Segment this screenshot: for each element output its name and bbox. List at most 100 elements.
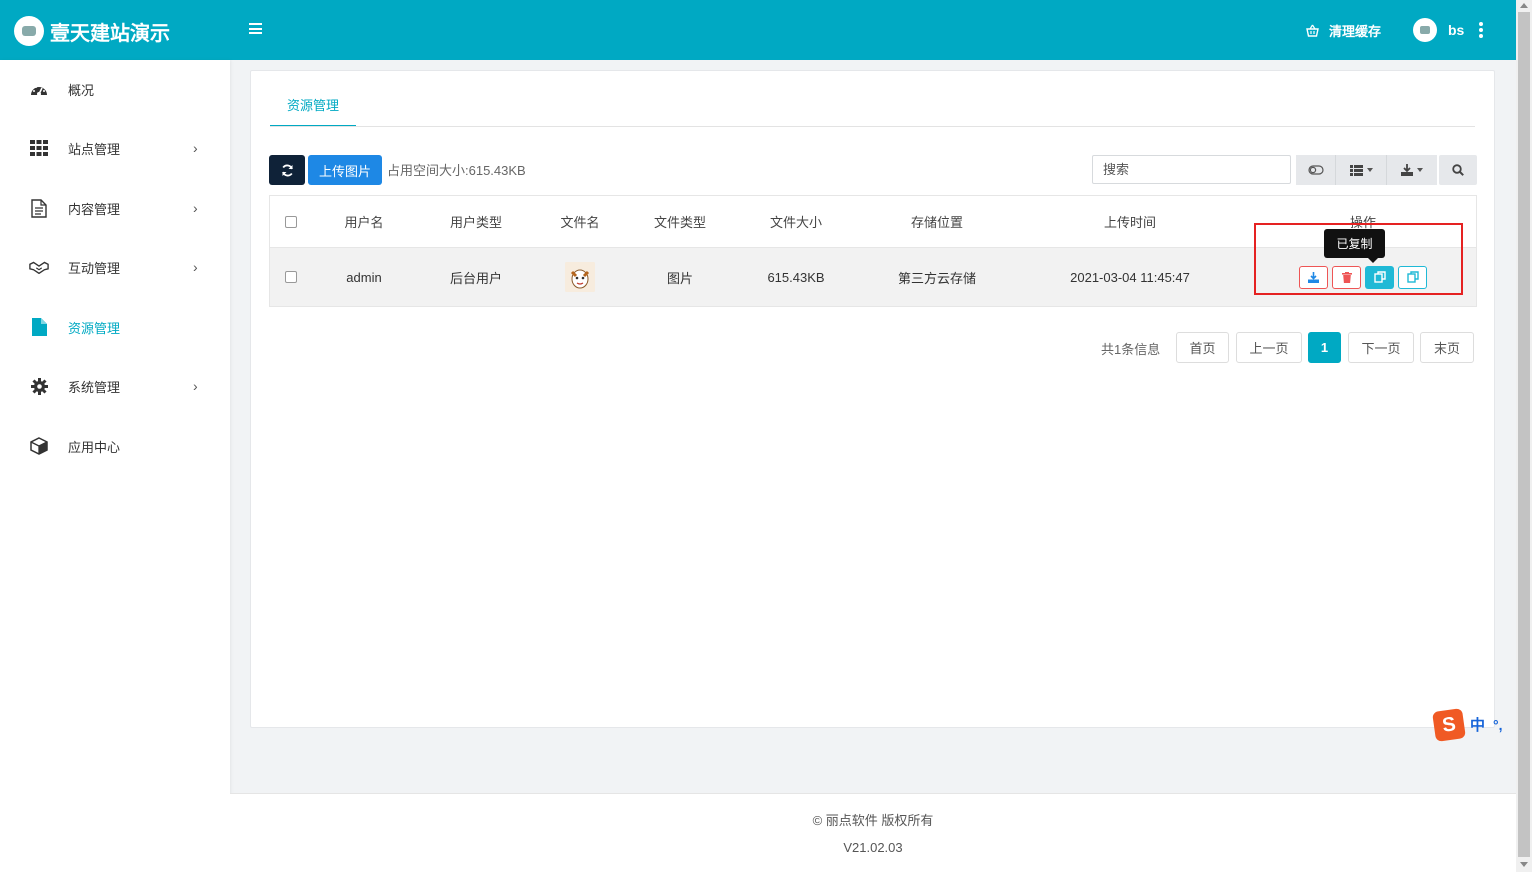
sidebar-item-label: 内容管理 — [68, 201, 121, 217]
copy-button[interactable] — [1398, 265, 1427, 289]
ime-punctuation[interactable]: °, — [1493, 717, 1503, 733]
more-vertical-icon[interactable] — [1479, 22, 1485, 40]
scroll-up-icon[interactable] — [1520, 3, 1528, 8]
caret-down-icon — [1417, 168, 1423, 172]
menu-toggle-icon[interactable] — [249, 23, 262, 36]
sidebar-item-site[interactable]: 站点管理 › — [0, 128, 230, 168]
download-icon — [1308, 271, 1319, 283]
file-icon — [29, 317, 49, 337]
file-thumbnail[interactable] — [565, 262, 595, 292]
column-header[interactable]: 文件大小 — [728, 196, 864, 247]
sidebar: 概况 站点管理 › 内容管理 › 互动管理 › 资源管理 系统管理 › 应用中心 — [0, 60, 230, 872]
copy-icon — [1373, 271, 1386, 283]
table-tools — [1296, 155, 1437, 185]
cell-user-type: 后台用户 — [449, 270, 502, 286]
storage-usage: 占用空间大小:615.43KB — [387, 163, 526, 178]
last-page-button[interactable]: 末页 — [1420, 332, 1474, 363]
copied-tooltip: 已复制 — [1324, 229, 1385, 263]
user-menu[interactable]: bs — [1413, 18, 1464, 42]
tab-resources[interactable]: 资源管理 — [270, 84, 356, 127]
grid-icon — [29, 138, 49, 158]
sidebar-item-label: 系统管理 — [68, 379, 121, 395]
chevron-right-icon: › — [193, 140, 198, 156]
scroll-thumb[interactable] — [1518, 12, 1530, 857]
top-bar: 壹天建站演示 清理缓存 bs — [0, 0, 1516, 60]
gear-icon — [29, 376, 49, 396]
next-page-button[interactable]: 下一页 — [1348, 332, 1414, 363]
page-scrollbar[interactable] — [1516, 0, 1532, 872]
current-page-button[interactable]: 1 — [1308, 332, 1341, 363]
handshake-icon — [29, 257, 49, 277]
copy-link-button[interactable] — [1365, 265, 1394, 289]
sidebar-item-label: 资源管理 — [68, 320, 121, 336]
column-header[interactable]: 用户名 — [304, 196, 424, 247]
refresh-icon — [281, 164, 293, 176]
sidebar-item-apps[interactable]: 应用中心 — [0, 426, 230, 466]
select-all-checkbox[interactable] — [285, 215, 297, 228]
cell-username: admin — [346, 269, 382, 285]
sidebar-item-resources[interactable]: 资源管理 — [0, 307, 230, 347]
tab-divider — [270, 126, 1475, 127]
upload-image-button[interactable]: 上传图片 — [308, 155, 382, 185]
cell-upload-time: 2021-03-04 11:45:47 — [1070, 269, 1190, 285]
copy-icon — [1406, 271, 1419, 283]
dashboard-icon — [29, 79, 49, 99]
sidebar-item-label: 应用中心 — [68, 439, 121, 455]
sidebar-item-label: 概况 — [68, 82, 95, 98]
brand[interactable]: 壹天建站演示 — [14, 16, 170, 46]
cell-storage: 第三方云存储 — [897, 270, 976, 286]
chevron-right-icon: › — [193, 200, 198, 216]
search-icon — [1452, 164, 1464, 176]
chevron-right-icon: › — [193, 378, 198, 394]
app-title: 壹天建站演示 — [50, 22, 170, 45]
table-header: 用户名 用户类型 文件名 文件类型 文件大小 存储位置 上传时间 操作 — [270, 196, 1476, 248]
list-icon — [1349, 164, 1363, 176]
sidebar-item-label: 站点管理 — [68, 141, 121, 157]
columns-dropdown[interactable] — [1336, 155, 1387, 185]
first-page-button[interactable]: 首页 — [1176, 332, 1229, 363]
avatar — [1413, 18, 1437, 42]
cell-file-size: 615.43KB — [767, 269, 825, 285]
cell-file-type: 图片 — [666, 270, 693, 286]
column-header[interactable]: 存储位置 — [864, 196, 1010, 247]
sidebar-item-overview[interactable]: 概况 — [0, 69, 230, 109]
footer: © 丽点软件 版权所有 V21.02.03 — [230, 793, 1516, 872]
clear-cache-button[interactable]: 清理缓存 — [1306, 21, 1381, 40]
delete-button[interactable] — [1332, 265, 1361, 289]
resource-table: 用户名 用户类型 文件名 文件类型 文件大小 存储位置 上传时间 操作 admi… — [269, 195, 1477, 307]
search-button[interactable] — [1439, 155, 1477, 185]
basket-icon — [1306, 24, 1319, 37]
trash-icon — [1341, 271, 1352, 283]
sidebar-item-label: 互动管理 — [68, 260, 121, 276]
copyright: © 丽点软件 版权所有 — [812, 813, 934, 828]
column-header[interactable]: 文件名 — [528, 196, 632, 247]
column-header[interactable]: 上传时间 — [1010, 196, 1250, 247]
sidebar-item-system[interactable]: 系统管理 › — [0, 366, 230, 406]
ime-toolbar[interactable]: S 中 °, — [1432, 707, 1516, 742]
app-logo — [14, 16, 44, 46]
column-header[interactable]: 用户类型 — [424, 196, 528, 247]
download-icon — [1401, 164, 1413, 176]
refresh-button[interactable] — [269, 155, 305, 185]
sidebar-item-interaction[interactable]: 互动管理 › — [0, 247, 230, 287]
prev-page-button[interactable]: 上一页 — [1236, 332, 1302, 363]
download-button[interactable] — [1299, 265, 1328, 289]
pagination-total: 共1条信息 — [1101, 342, 1161, 357]
table-row: admin 后台用户 图片 615.43KB 第三方云存储 2021-03-04… — [270, 248, 1476, 306]
ime-logo-icon: S — [1432, 707, 1466, 742]
scroll-down-icon[interactable] — [1520, 862, 1528, 867]
document-icon — [29, 198, 49, 218]
toggle-view-button[interactable] — [1296, 155, 1336, 185]
toggle-icon — [1307, 165, 1324, 175]
search-input[interactable] — [1092, 155, 1291, 184]
ime-mode[interactable]: 中 — [1470, 714, 1485, 735]
column-header[interactable]: 文件类型 — [632, 196, 728, 247]
sidebar-item-content[interactable]: 内容管理 › — [0, 188, 230, 228]
export-dropdown[interactable] — [1387, 155, 1437, 185]
chevron-right-icon: › — [193, 259, 198, 275]
caret-down-icon — [1366, 168, 1373, 172]
row-checkbox[interactable] — [285, 271, 297, 283]
cube-icon — [29, 436, 49, 456]
cell-filename — [528, 248, 632, 306]
username: bs — [1448, 22, 1465, 38]
